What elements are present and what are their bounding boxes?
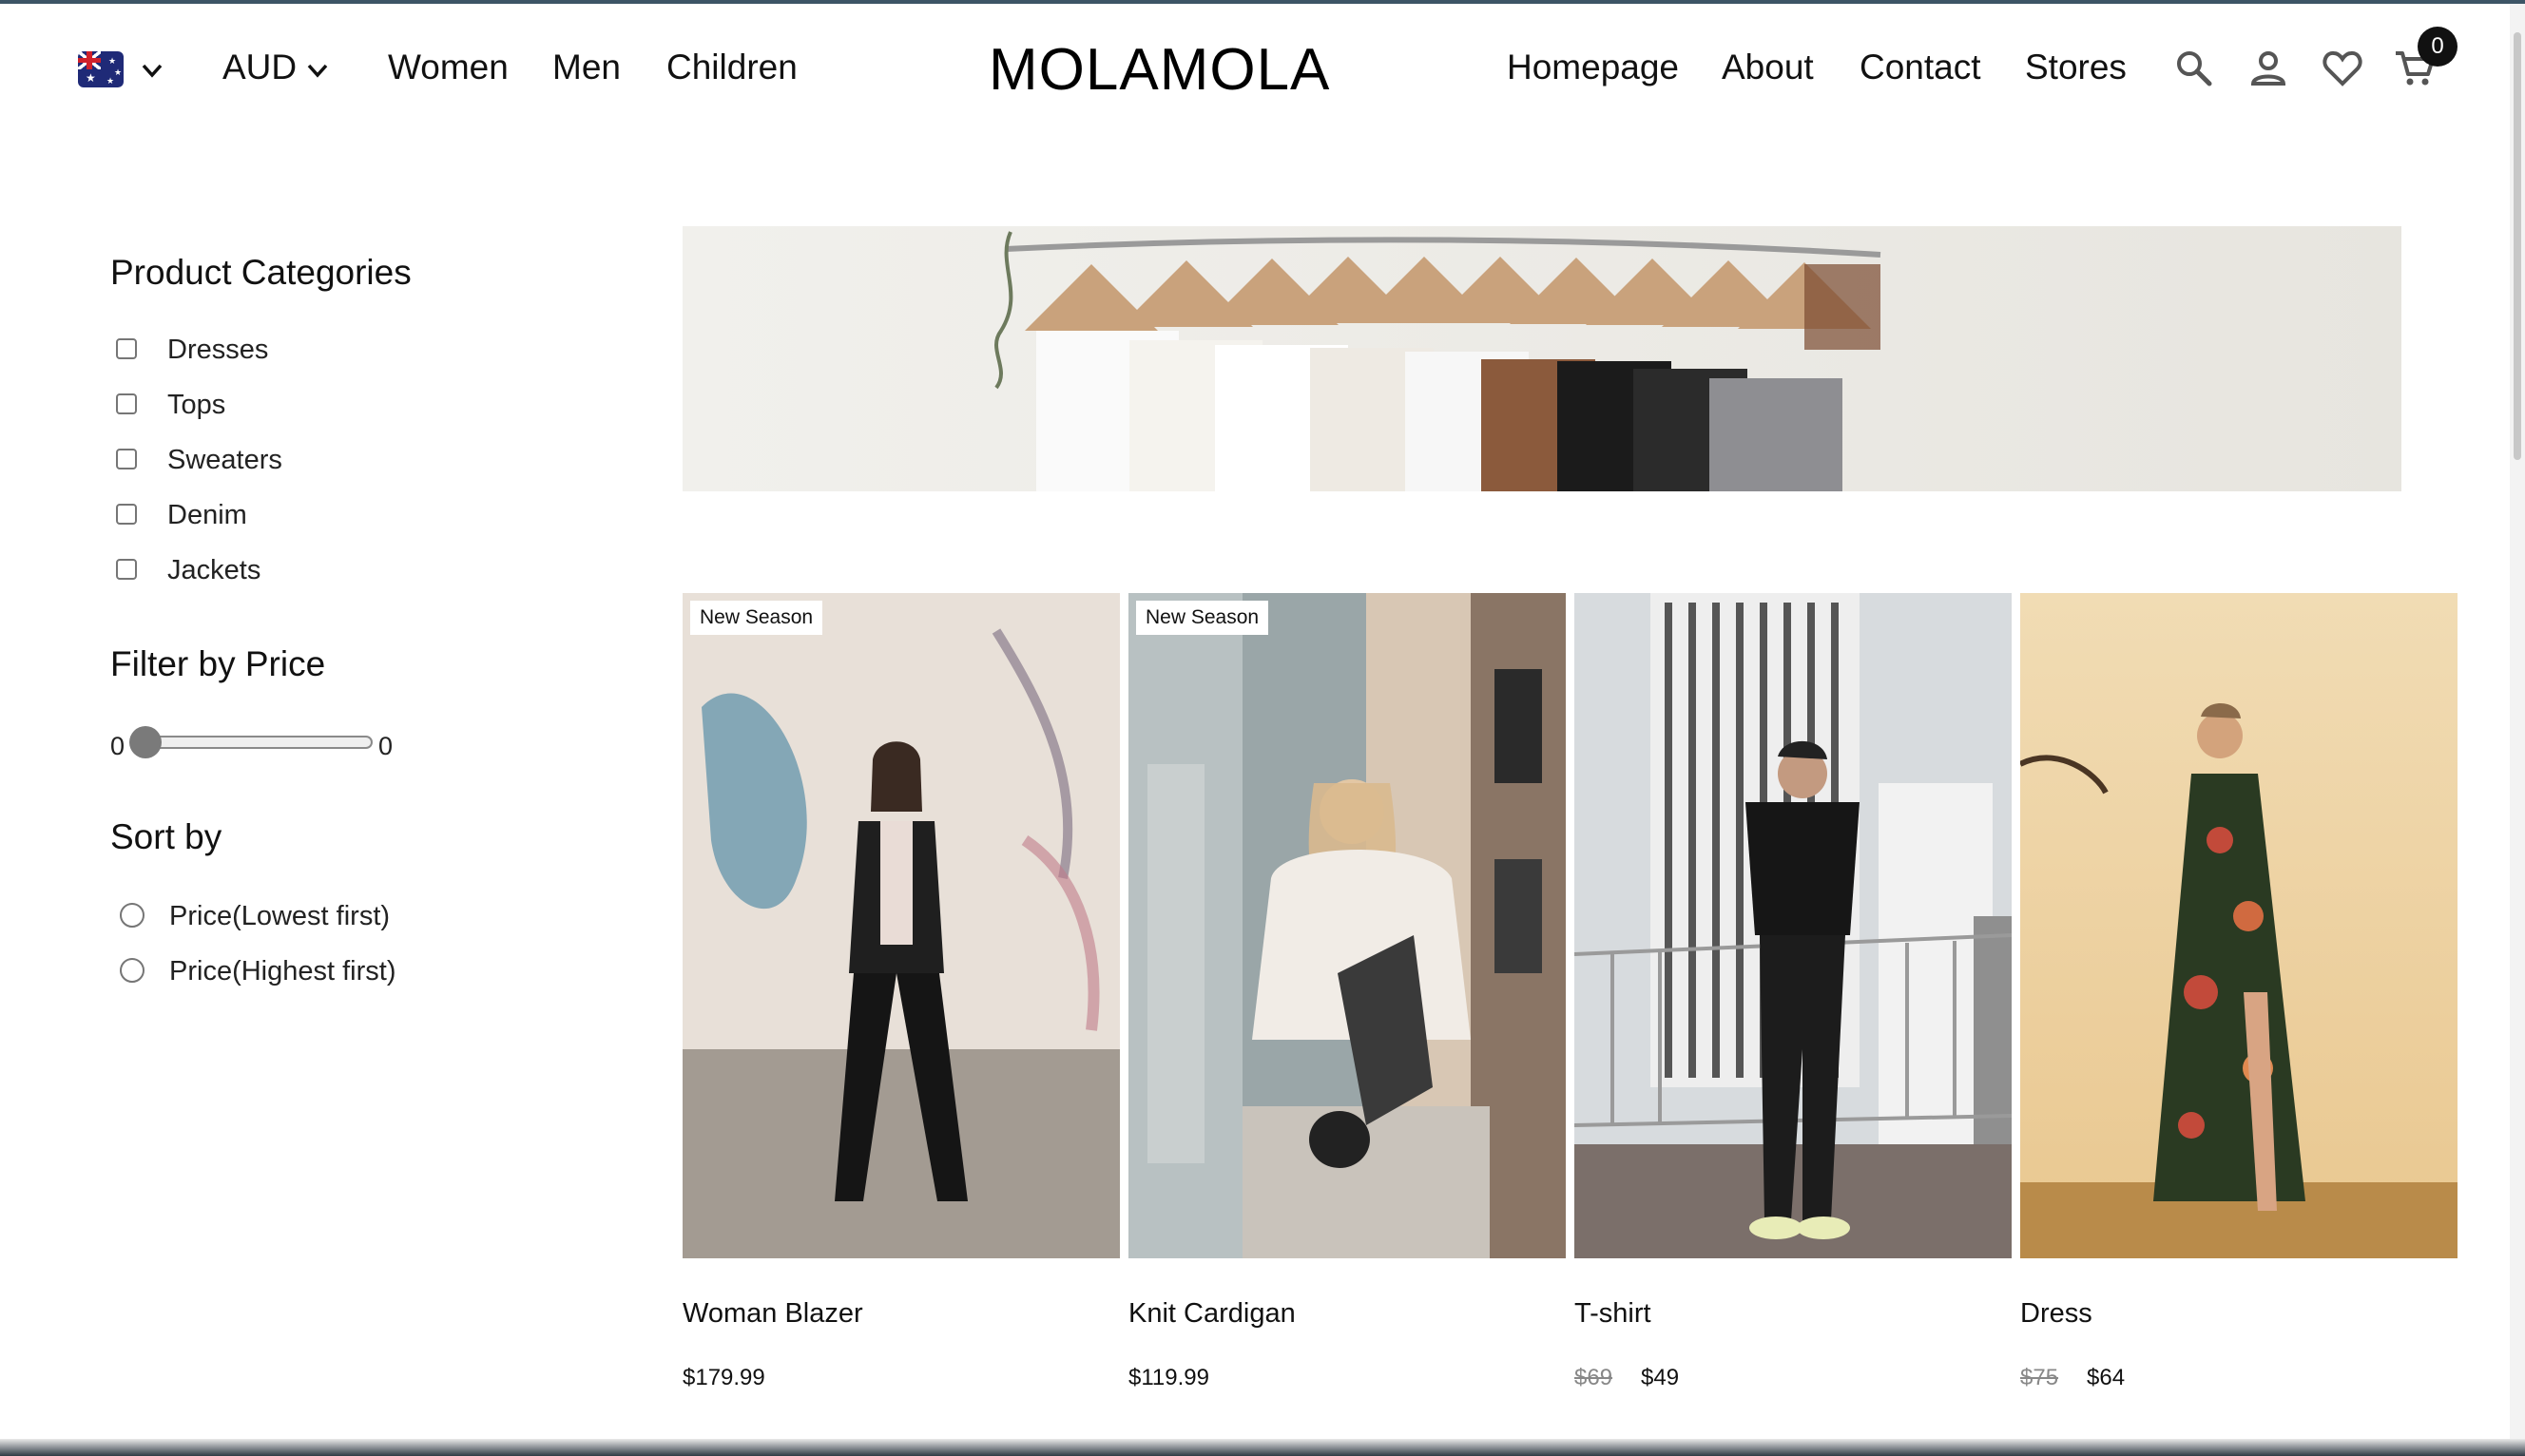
currency-selector[interactable]: AUD [222, 48, 297, 87]
nav-stores[interactable]: Stores [2025, 48, 2127, 87]
hero-banner-clothes-rack [683, 226, 2401, 491]
product-sale-price: $64 [2087, 1365, 2126, 1390]
categories-heading: Product Categories [110, 253, 412, 292]
category-label: Denim [167, 500, 247, 530]
product-name[interactable]: Dress [2020, 1298, 2092, 1330]
product-name[interactable]: Woman Blazer [683, 1298, 863, 1330]
price-filter-heading: Filter by Price [110, 644, 326, 683]
product-original-price: $75 [2020, 1365, 2059, 1390]
product-name[interactable]: Knit Cardigan [1128, 1298, 1296, 1330]
nav-about[interactable]: About [1722, 48, 1814, 87]
sort-label: Price(Highest first) [169, 956, 396, 987]
chevron-down-icon[interactable] [139, 57, 165, 84]
checkbox[interactable] [116, 338, 137, 359]
radio-button[interactable] [120, 903, 145, 928]
price-min-value: 0 [110, 732, 125, 760]
category-label: Dresses [167, 335, 269, 365]
page-scrollbar[interactable] [2510, 4, 2525, 1439]
search-icon[interactable] [2173, 48, 2215, 89]
product-price: $179.99 [683, 1365, 765, 1390]
new-season-badge: New Season [690, 601, 823, 635]
product-original-price: $69 [1574, 1365, 1613, 1390]
nav-children[interactable]: Children [666, 48, 798, 87]
nav-women[interactable]: Women [388, 48, 509, 87]
new-season-badge: New Season [1136, 601, 1269, 635]
chevron-down-icon[interactable] [304, 57, 331, 84]
price-slider-track[interactable] [137, 736, 373, 749]
scrollbar-thumb[interactable] [2514, 32, 2521, 460]
category-label: Tops [167, 390, 226, 420]
nav-contact[interactable]: Contact [1860, 48, 1981, 87]
australia-flag-icon[interactable]: ★ ★ ★ ★ [78, 51, 124, 87]
product-image[interactable] [1574, 593, 2012, 1258]
site-header: ★ ★ ★ ★ AUD Women Men Children MOLAMOLA … [0, 4, 2510, 137]
product-image[interactable] [1128, 593, 1566, 1258]
price-slider-thumb[interactable] [129, 726, 162, 758]
radio-button[interactable] [120, 958, 145, 983]
price-max-value: 0 [378, 732, 394, 760]
site-logo[interactable]: MOLAMOLA [989, 36, 1330, 104]
product-price: $119.99 [1128, 1365, 1209, 1390]
heart-icon[interactable] [2322, 48, 2363, 89]
checkbox[interactable] [116, 504, 137, 525]
nav-men[interactable]: Men [552, 48, 621, 87]
product-sale-price: $49 [1641, 1365, 1680, 1390]
checkbox[interactable] [116, 449, 137, 469]
category-label: Jackets [167, 555, 261, 585]
nav-homepage[interactable]: Homepage [1507, 48, 1679, 87]
sort-label: Price(Lowest first) [169, 901, 391, 931]
product-name[interactable]: T-shirt [1574, 1298, 1651, 1330]
window-bottom-edge [0, 1439, 2525, 1456]
checkbox[interactable] [116, 393, 137, 414]
sort-heading: Sort by [110, 817, 222, 856]
category-label: Sweaters [167, 445, 282, 475]
user-icon[interactable] [2247, 48, 2289, 89]
cart-count-badge[interactable]: 0 [2418, 27, 2458, 67]
product-image[interactable] [683, 593, 1120, 1258]
checkbox[interactable] [116, 559, 137, 580]
product-image[interactable] [2020, 593, 2458, 1258]
